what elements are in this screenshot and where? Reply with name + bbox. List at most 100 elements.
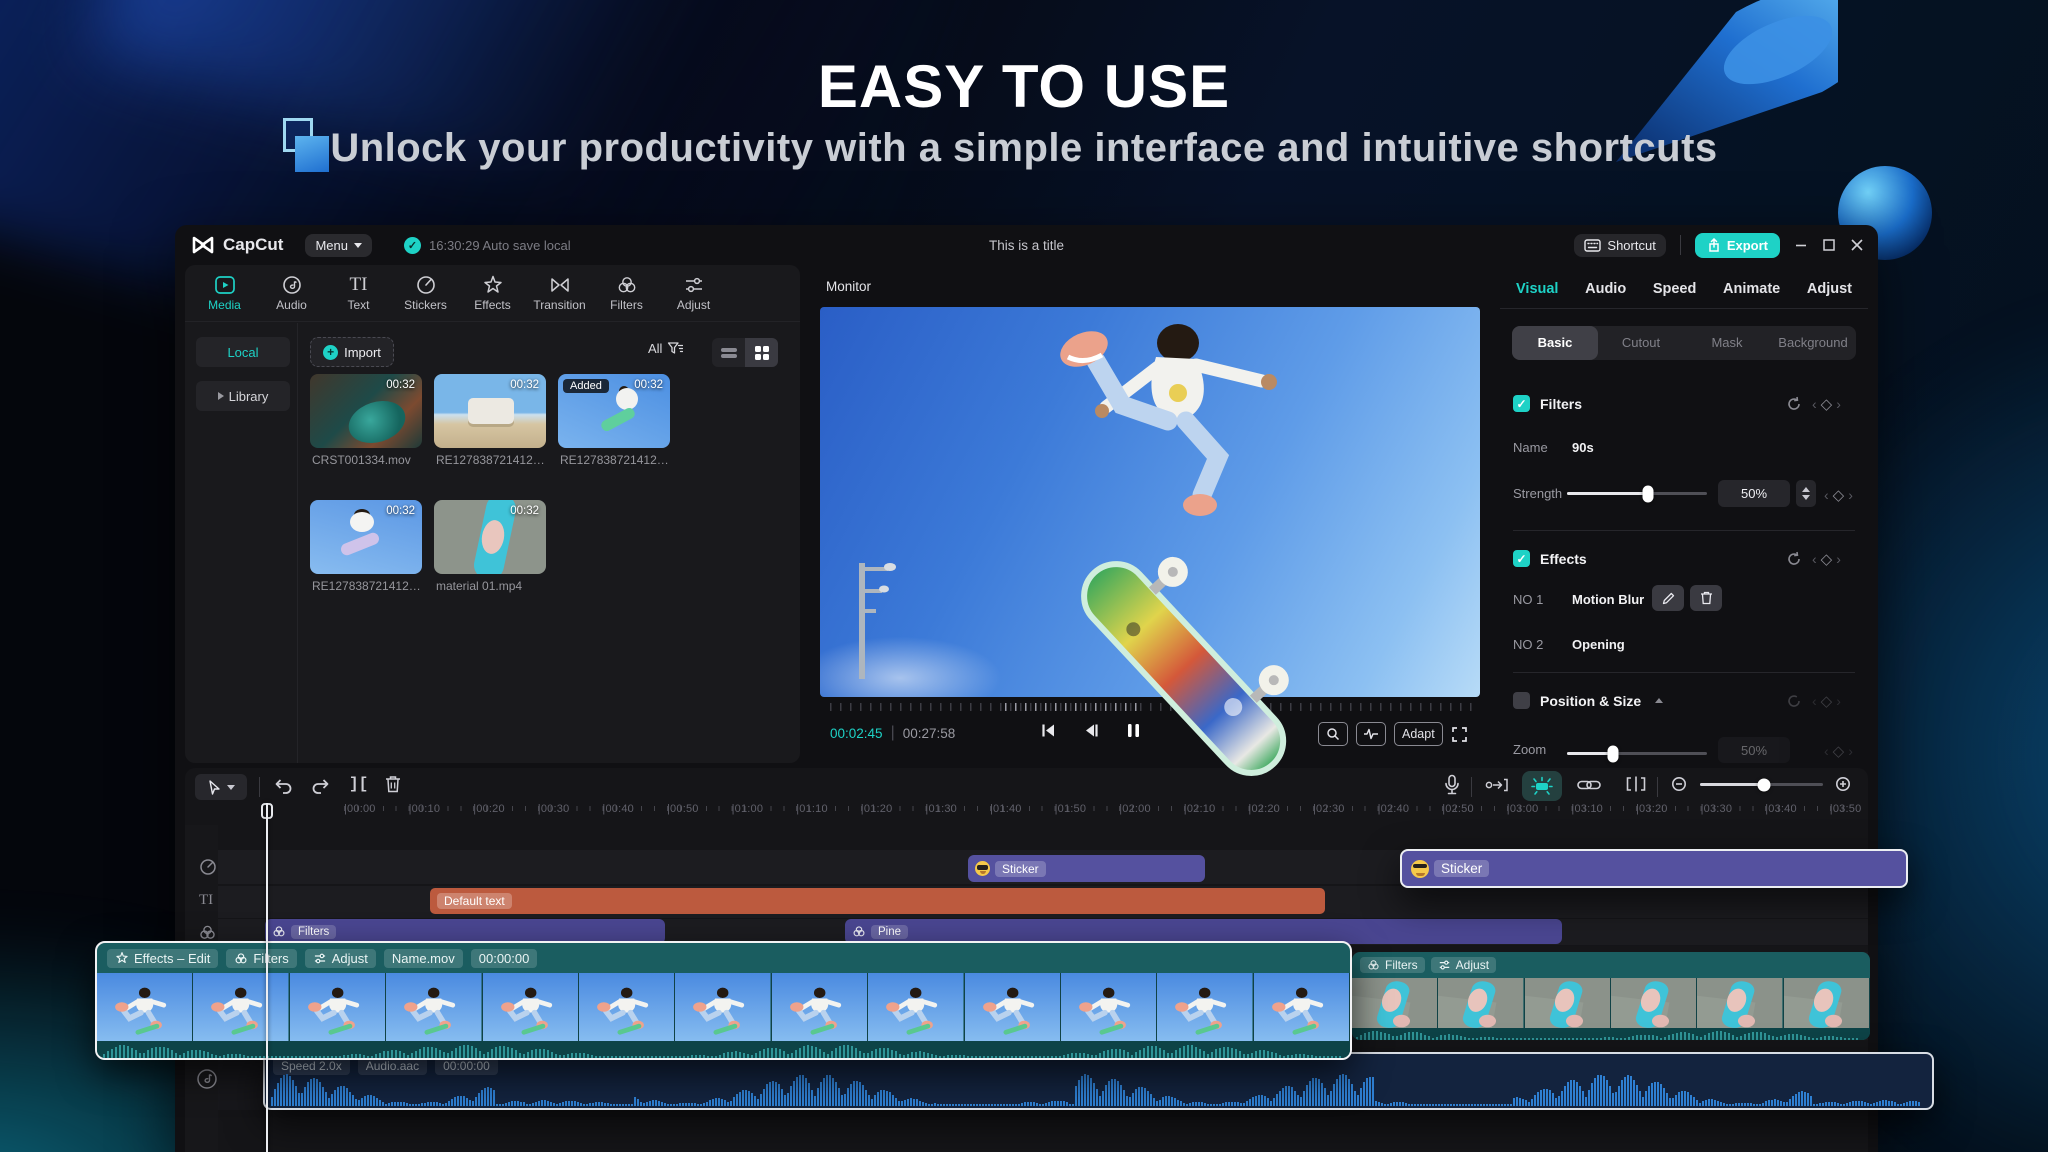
- subtab-cutout[interactable]: Cutout: [1598, 326, 1684, 360]
- fullscreen-button[interactable]: [1451, 726, 1468, 743]
- keyboard-icon: [1584, 238, 1602, 252]
- tab-adjust[interactable]: Adjust: [660, 265, 727, 321]
- source-local-button[interactable]: Local: [196, 337, 290, 367]
- stepper-up-icon[interactable]: [1802, 487, 1810, 492]
- tab-stickers[interactable]: Stickers: [392, 265, 459, 321]
- timeline-zoom-slider[interactable]: [1700, 778, 1823, 791]
- tab-transition[interactable]: Transition: [526, 265, 593, 321]
- redo-button[interactable]: [311, 776, 331, 794]
- timeline-zoom-out-button[interactable]: [1671, 776, 1689, 794]
- main-video-clip-selected[interactable]: Effects – Edit Filters Adjust Name.mov 0…: [95, 941, 1352, 1060]
- tab-effects[interactable]: Effects: [459, 265, 526, 321]
- media-item-thumbnail[interactable]: 00:32: [310, 500, 422, 574]
- close-button[interactable]: [1850, 238, 1864, 252]
- reset-icon[interactable]: [1786, 551, 1802, 567]
- linkage-button[interactable]: [1577, 778, 1601, 792]
- timeline-ruler[interactable]: |00:00 |00:10 |00:20 |00:30 |00:40 |00:50 |01:…: [185, 801, 1868, 823]
- tab-adjust-inspector[interactable]: Adjust: [1807, 281, 1852, 297]
- filters-icon: [235, 952, 247, 963]
- media-item-thumbnail[interactable]: 00:32: [310, 374, 422, 448]
- filmstrip-frame: [868, 973, 965, 1041]
- source-library-button[interactable]: Library: [196, 381, 290, 411]
- zoom-keyframe-control[interactable]: ‹ ◇ ›: [1824, 742, 1853, 760]
- maximize-button[interactable]: [1822, 238, 1836, 252]
- preview-axis-button[interactable]: [1625, 776, 1647, 792]
- effects-star-icon: [483, 275, 502, 293]
- position-size-checkbox[interactable]: ✓: [1513, 692, 1530, 709]
- preview-quality-button[interactable]: [1356, 722, 1386, 746]
- grid-view-button[interactable]: [745, 338, 778, 367]
- strength-stepper[interactable]: [1796, 480, 1816, 507]
- menu-label: Menu: [315, 237, 348, 253]
- audio-clip[interactable]: Speed 2.0x Audio.aac 00:00:00: [263, 1052, 1934, 1110]
- delete-button[interactable]: [385, 775, 401, 793]
- export-icon: [1709, 237, 1719, 252]
- adapt-dropdown[interactable]: Adapt: [1394, 722, 1443, 746]
- keyframe-diamond-icon[interactable]: ◇: [1821, 395, 1833, 413]
- import-button[interactable]: + Import: [310, 337, 394, 367]
- tab-audio-inspector[interactable]: Audio: [1585, 281, 1626, 297]
- stepper-down-icon[interactable]: [1802, 495, 1810, 500]
- edit-effect-button[interactable]: [1652, 585, 1684, 611]
- text-clip[interactable]: Default text: [430, 888, 1325, 914]
- media-item-thumbnail[interactable]: Added 00:32: [558, 374, 670, 448]
- magnetic-main-track-button[interactable]: [1485, 777, 1509, 793]
- zoom-slider[interactable]: [1567, 745, 1707, 762]
- zoom-value-box[interactable]: 50%: [1718, 737, 1790, 763]
- sticker-clip-1[interactable]: Sticker: [968, 855, 1205, 882]
- slider-knob[interactable]: [1607, 745, 1619, 762]
- filter-all-control[interactable]: All: [648, 341, 684, 356]
- auto-snap-button-active[interactable]: [1522, 771, 1562, 801]
- timeline-zoom-in-button[interactable]: [1835, 776, 1853, 794]
- reset-icon[interactable]: [1786, 396, 1802, 412]
- subtab-background[interactable]: Background: [1770, 326, 1856, 360]
- trash-icon: [1700, 591, 1712, 605]
- tab-label: Text: [347, 297, 370, 312]
- shortcut-button[interactable]: Shortcut: [1574, 233, 1666, 257]
- menu-button[interactable]: Menu: [305, 233, 372, 257]
- tab-audio[interactable]: Audio: [258, 265, 325, 321]
- ruler-label: |03:50: [1829, 803, 1862, 815]
- sticker-clip-2-selected[interactable]: Sticker: [1400, 849, 1908, 888]
- ruler-label: |03:30: [1700, 803, 1733, 815]
- tab-label: Filters: [610, 297, 643, 312]
- collapse-icon[interactable]: [1655, 698, 1664, 703]
- position-keyframe-control[interactable]: ‹ ◇ ›: [1812, 692, 1841, 710]
- voiceover-mic-button[interactable]: [1443, 774, 1461, 796]
- subtab-basic[interactable]: Basic: [1512, 326, 1598, 360]
- reset-icon[interactable]: [1786, 693, 1802, 709]
- media-item-thumbnail[interactable]: 00:32: [434, 500, 546, 574]
- split-button[interactable]: ][: [349, 775, 368, 793]
- filter-name-label: Name: [1513, 440, 1548, 455]
- slider-knob[interactable]: [1642, 485, 1654, 502]
- filters-checkbox[interactable]: ✓: [1513, 395, 1530, 412]
- second-video-clip[interactable]: Filters Adjust: [1352, 952, 1870, 1040]
- export-button[interactable]: Export: [1694, 232, 1780, 258]
- media-item-thumbnail[interactable]: 00:32: [434, 374, 546, 448]
- delete-effect-button[interactable]: [1690, 585, 1722, 611]
- strength-slider[interactable]: [1567, 485, 1707, 502]
- titlebar-divider: [1679, 235, 1681, 255]
- ruler-label: |03:00: [1506, 803, 1539, 815]
- clip-badge-filters: Filters: [1385, 958, 1418, 972]
- tab-speed[interactable]: Speed: [1653, 281, 1697, 297]
- tab-animate[interactable]: Animate: [1723, 281, 1780, 297]
- select-tool-button[interactable]: [195, 774, 247, 800]
- filters-keyframe-control[interactable]: ‹ ◇ ›: [1812, 395, 1841, 413]
- tab-media[interactable]: Media: [191, 265, 258, 321]
- undo-button[interactable]: [273, 776, 293, 794]
- minimize-button[interactable]: [1794, 238, 1808, 252]
- tab-visual[interactable]: Visual: [1516, 281, 1558, 297]
- filmstrip-frame: [1524, 978, 1611, 1028]
- effects-checkbox[interactable]: ✓: [1513, 550, 1530, 567]
- effects-keyframe-control[interactable]: ‹ ◇ ›: [1812, 550, 1841, 568]
- subtab-mask[interactable]: Mask: [1684, 326, 1770, 360]
- strength-keyframe-control[interactable]: ‹ ◇ ›: [1824, 486, 1853, 504]
- playhead-line[interactable]: [266, 803, 268, 1152]
- strength-value-box[interactable]: 50%: [1718, 480, 1790, 507]
- list-view-button[interactable]: [712, 338, 745, 367]
- tab-text[interactable]: TI Text: [325, 265, 392, 321]
- slider-knob[interactable]: [1757, 778, 1771, 791]
- tab-filters[interactable]: Filters: [593, 265, 660, 321]
- toolbar-divider: [1657, 777, 1658, 797]
